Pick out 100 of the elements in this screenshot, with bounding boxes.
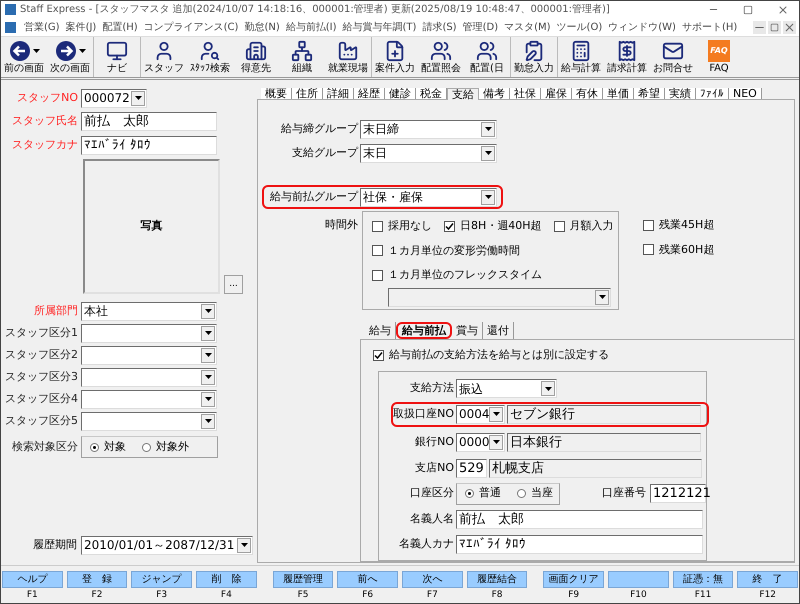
- toolbar-button[interactable]: お問合せ: [650, 37, 696, 77]
- tab[interactable]: 希望: [634, 88, 665, 99]
- menu-item[interactable]: 配置(H): [102, 20, 138, 34]
- text-field[interactable]: 529: [456, 458, 487, 478]
- toolbar-button[interactable]: 前の画面: [1, 37, 47, 77]
- tab[interactable]: 給与前払: [396, 322, 452, 339]
- text-field[interactable]: 札幌支店: [489, 458, 702, 478]
- menu-item[interactable]: 管理(D): [462, 20, 498, 34]
- toolbar-button[interactable]: 配置照会: [418, 37, 464, 77]
- checkbox-label: 日8H・週40H超: [460, 218, 542, 234]
- field-label: 給与締グループ: [280, 120, 360, 137]
- tab[interactable]: 雇保: [541, 88, 572, 99]
- toolbar-button[interactable]: 就業現場: [325, 37, 371, 77]
- menu-item[interactable]: 請求(S): [422, 20, 457, 34]
- toolbar-button[interactable]: スタッフ: [141, 37, 187, 77]
- tab[interactable]: 詳細: [323, 88, 354, 99]
- dropdown[interactable]: 末日: [360, 144, 497, 162]
- menu-item[interactable]: 営業(G): [24, 20, 60, 34]
- field-label: 履歴期間: [32, 536, 78, 553]
- function-key-label: F2: [92, 591, 102, 600]
- checkbox-label: １カ月単位の変形労働時間: [388, 242, 520, 258]
- tab[interactable]: 単価: [603, 88, 634, 99]
- function-key-button[interactable]: 画面クリア: [543, 571, 604, 588]
- tab[interactable]: 賞与: [452, 322, 483, 339]
- function-key-button[interactable]: 前へ: [337, 571, 398, 588]
- text-field[interactable]: 前払 太郎: [81, 112, 217, 130]
- function-key-button[interactable]: 登 録: [66, 571, 128, 588]
- toolbar-button[interactable]: 配置(日: [464, 37, 510, 77]
- function-key-button[interactable]: 証憑：無: [672, 571, 734, 588]
- menu-item[interactable]: 給与前払(I): [286, 20, 337, 34]
- menu-item[interactable]: 給与賞与年調(T): [342, 20, 416, 34]
- tab[interactable]: 税金: [416, 88, 447, 99]
- menu-item[interactable]: ウィンドウ(W): [608, 20, 676, 34]
- toolbar-button[interactable]: 給与計算: [558, 37, 604, 77]
- menu-item[interactable]: ツール(O): [556, 20, 602, 34]
- dropdown[interactable]: 0004: [456, 404, 505, 424]
- radio-label: 普通: [479, 485, 501, 502]
- function-key-label: F10: [630, 591, 647, 600]
- radio-label: 当座: [531, 485, 553, 502]
- field-label: スタッフ区分1: [4, 324, 79, 341]
- menu-item[interactable]: マスタ(M): [504, 20, 551, 34]
- toolbar-button[interactable]: 組織: [279, 37, 325, 77]
- dropdown[interactable]: 末日締: [360, 120, 497, 138]
- function-key-label: F7: [426, 591, 438, 600]
- checkbox-label: 採用なし: [388, 218, 432, 234]
- text-field[interactable]: ﾏｴﾊﾞﾗｲ ﾀﾛｳ: [456, 535, 703, 554]
- menu-item[interactable]: 案件(J): [66, 20, 96, 34]
- field-label: スタッフ氏名: [11, 112, 79, 129]
- tab[interactable]: NEO: [729, 88, 762, 99]
- toolbar-button[interactable]: 得意先: [233, 37, 279, 77]
- tab[interactable]: 住所: [292, 88, 323, 99]
- dropdown[interactable]: 本社: [81, 302, 217, 320]
- function-key-button[interactable]: ジャンプ: [131, 571, 192, 588]
- tab[interactable]: 社保: [510, 88, 541, 99]
- tab[interactable]: 健診: [385, 88, 416, 99]
- toolbar-button[interactable]: 案件入力: [372, 37, 418, 77]
- text-field[interactable]: 前払 太郎: [456, 510, 703, 529]
- toolbar-button[interactable]: ナビ: [94, 37, 140, 77]
- field-label: 支店NO: [414, 460, 455, 476]
- text-field[interactable]: ﾏｴﾊﾞﾗｲ ﾀﾛｳ: [81, 136, 217, 154]
- checkbox-label: 残業60H超: [659, 242, 714, 258]
- tab[interactable]: 備考: [479, 88, 510, 99]
- dropdown[interactable]: 2010/01/01～2087/12/31: [81, 536, 253, 554]
- tab[interactable]: 支給: [447, 88, 479, 100]
- toolbar-button[interactable]: ｽﾀｯﾌ検索: [187, 37, 233, 77]
- checkbox-label: 残業45H超: [659, 217, 714, 233]
- browse-button[interactable]: ...: [224, 275, 243, 294]
- function-key-label: F12: [759, 591, 776, 600]
- text-field[interactable]: セブン銀行: [507, 404, 701, 424]
- dropdown[interactable]: 0000: [456, 432, 505, 452]
- radio-label: 対象外: [156, 438, 189, 455]
- function-key-button[interactable]: 終 了: [737, 571, 798, 588]
- dropdown[interactable]: 000072: [81, 88, 147, 108]
- toolbar-button[interactable]: 次の画面: [47, 37, 93, 77]
- function-key-button[interactable]: 履歴管理: [272, 571, 334, 588]
- function-key-button[interactable]: 次へ: [402, 571, 463, 588]
- field-label: 支給グループ: [291, 144, 360, 161]
- tab[interactable]: 実績: [665, 88, 696, 99]
- toolbar-button[interactable]: 勤怠入力: [511, 37, 557, 77]
- field-label: 取扱口座NO: [393, 406, 455, 422]
- tab[interactable]: 有休: [572, 88, 603, 99]
- field-label: 検索対象区分: [11, 438, 79, 455]
- menu-item[interactable]: コンプライアンス(C): [144, 20, 238, 34]
- tab[interactable]: 概要: [261, 88, 292, 99]
- text-field[interactable]: 日本銀行: [507, 432, 701, 452]
- menu-item[interactable]: 勤怠(N): [244, 20, 280, 34]
- tab[interactable]: ﾌｧｲﾙ: [696, 88, 729, 99]
- tab[interactable]: 経歴: [354, 88, 385, 99]
- function-key-button[interactable]: 履歴結合: [466, 571, 528, 588]
- toolbar-button[interactable]: FAQ FAQ: [696, 37, 742, 77]
- checkbox-label: 月額入力: [570, 218, 614, 234]
- tab[interactable]: 還付: [483, 322, 514, 339]
- field-label: 所属部門: [33, 302, 79, 319]
- function-key-button[interactable]: ヘルプ: [2, 571, 63, 588]
- menu-item[interactable]: サポート(H): [682, 20, 738, 34]
- dropdown[interactable]: 振込: [456, 379, 557, 398]
- field-label: 口座番号: [601, 485, 647, 502]
- dropdown[interactable]: 社保・雇保: [360, 188, 497, 206]
- function-key-button[interactable]: 削 除: [196, 571, 257, 588]
- toolbar-button[interactable]: 請求計算: [604, 37, 650, 77]
